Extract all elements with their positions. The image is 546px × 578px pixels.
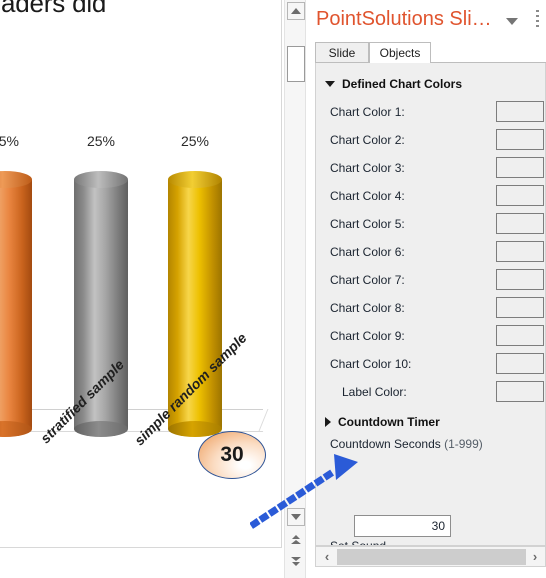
tab-objects-label: Objects bbox=[379, 46, 421, 60]
chart-color-3-swatch[interactable] bbox=[496, 157, 544, 178]
chart-color-5-label: Chart Color 5: bbox=[330, 217, 405, 231]
slide-title-line-2: 0 readers did bbox=[0, 0, 107, 19]
table-row: Chart Color 5: bbox=[316, 211, 545, 239]
label-color-swatch[interactable] bbox=[496, 381, 544, 402]
table-row: Label Color: bbox=[316, 379, 545, 407]
next-slide-button[interactable] bbox=[287, 552, 305, 570]
chart-color-1-label: Chart Color 1: bbox=[330, 105, 405, 119]
slide-editor-area[interactable]: ssue and asked 0 readers did 25% 25% bbox=[0, 0, 282, 578]
slide-canvas[interactable]: ssue and asked 0 readers did 25% 25% bbox=[0, 0, 282, 548]
table-row: Chart Color 7: bbox=[316, 267, 545, 295]
set-sound-label: Set Sound bbox=[330, 539, 387, 546]
chart-color-6-label: Chart Color 6: bbox=[330, 245, 405, 259]
chart-color-5-swatch[interactable] bbox=[496, 213, 544, 234]
chart-color-2-swatch[interactable] bbox=[496, 129, 544, 150]
previous-slide-button[interactable] bbox=[287, 530, 305, 548]
section-header-defined-chart-colors[interactable]: Defined Chart Colors bbox=[325, 77, 462, 91]
panel-horizontal-scrollbar[interactable]: ‹ › bbox=[315, 546, 546, 567]
hscroll-left-icon: ‹ bbox=[324, 549, 330, 564]
application-window: ssue and asked 0 readers did 25% 25% bbox=[0, 0, 546, 578]
table-row: Chart Color 8: bbox=[316, 295, 545, 323]
scroll-up-button[interactable] bbox=[287, 2, 305, 20]
chart-floor bbox=[0, 409, 263, 431]
countdown-badge[interactable]: 30 bbox=[198, 431, 266, 479]
table-row: Chart Color 3: bbox=[316, 155, 545, 183]
table-row: Chart Color 9: bbox=[316, 323, 545, 351]
caret-right-icon bbox=[325, 417, 331, 427]
panel-tabs: Slide Objects bbox=[315, 42, 546, 63]
hscroll-right-button[interactable]: › bbox=[525, 547, 545, 566]
slide-title[interactable]: ssue and asked 0 readers did bbox=[0, 0, 269, 19]
countdown-seconds-label-text: Countdown Seconds bbox=[330, 437, 445, 451]
hscroll-left-button[interactable]: ‹ bbox=[317, 547, 337, 566]
chevron-up-icon bbox=[291, 8, 301, 14]
scroll-down-button[interactable] bbox=[287, 508, 305, 526]
chart-color-9-label: Chart Color 9: bbox=[330, 329, 405, 343]
chart-color-6-swatch[interactable] bbox=[496, 241, 544, 262]
scrollbar-thumb[interactable] bbox=[287, 46, 305, 82]
double-chevron-down-icon bbox=[291, 556, 301, 566]
countdown-seconds-label: Countdown Seconds (1-999) bbox=[330, 437, 483, 451]
bar-top-cap-2 bbox=[74, 171, 128, 188]
chart-bar-1[interactable] bbox=[0, 171, 32, 437]
countdown-seconds-input[interactable]: 30 bbox=[354, 515, 451, 537]
slide-vertical-scrollbar[interactable] bbox=[284, 0, 306, 578]
chart-color-10-label: Chart Color 10: bbox=[330, 357, 412, 371]
countdown-badge-value: 30 bbox=[220, 443, 244, 466]
panel-menu-chevron-down-icon[interactable] bbox=[506, 18, 518, 25]
table-row: Chart Color 10: bbox=[316, 351, 545, 379]
tab-slide[interactable]: Slide bbox=[315, 42, 369, 63]
tab-slide-label: Slide bbox=[328, 46, 356, 60]
chart-color-9-swatch[interactable] bbox=[496, 325, 544, 346]
bar-data-label-1: 25% bbox=[0, 133, 20, 149]
chart-color-8-swatch[interactable] bbox=[496, 297, 544, 318]
bar-bottom-cap-2 bbox=[74, 421, 128, 437]
double-chevron-up-icon bbox=[291, 534, 301, 544]
pointsolutions-task-pane: PointSolutions Sli… Slide Objects Define… bbox=[308, 0, 546, 578]
section-title-countdown-timer: Countdown Timer bbox=[338, 415, 440, 429]
bar-data-label-2: 25% bbox=[86, 133, 116, 149]
section-header-countdown-timer[interactable]: Countdown Timer bbox=[325, 415, 440, 429]
section-title-defined-chart-colors: Defined Chart Colors bbox=[342, 77, 463, 91]
chart-color-4-swatch[interactable] bbox=[496, 185, 544, 206]
chevron-down-icon bbox=[291, 514, 301, 520]
table-row: Chart Color 1: bbox=[316, 99, 545, 127]
bar-body-1 bbox=[0, 180, 32, 429]
countdown-seconds-range: (1-999) bbox=[444, 437, 483, 451]
chart-color-3-label: Chart Color 3: bbox=[330, 161, 405, 175]
table-row: Chart Color 6: bbox=[316, 239, 545, 267]
chart-color-2-label: Chart Color 2: bbox=[330, 133, 405, 147]
hscroll-right-icon: › bbox=[532, 549, 538, 564]
chart-color-7-label: Chart Color 7: bbox=[330, 273, 405, 287]
table-row: Chart Color 2: bbox=[316, 127, 545, 155]
hscrollbar-thumb[interactable] bbox=[337, 549, 526, 565]
chart-color-4-label: Chart Color 4: bbox=[330, 189, 405, 203]
bar-top-cap-3 bbox=[168, 171, 222, 188]
chart-color-1-swatch[interactable] bbox=[496, 101, 544, 122]
tab-objects[interactable]: Objects bbox=[369, 42, 431, 63]
panel-content: Defined Chart Colors Chart Color 1: Char… bbox=[315, 63, 546, 546]
caret-down-icon bbox=[325, 81, 335, 87]
table-row: Chart Color 4: bbox=[316, 183, 545, 211]
chart-color-7-swatch[interactable] bbox=[496, 269, 544, 290]
bar-data-label-3: 25% bbox=[180, 133, 210, 149]
panel-title: PointSolutions Sli… bbox=[316, 8, 492, 30]
countdown-seconds-value: 30 bbox=[431, 519, 445, 533]
panel-resize-grip-icon[interactable] bbox=[536, 10, 539, 28]
label-color-label: Label Color: bbox=[342, 385, 407, 399]
chart-color-8-label: Chart Color 8: bbox=[330, 301, 405, 315]
chart-color-10-swatch[interactable] bbox=[496, 353, 544, 374]
